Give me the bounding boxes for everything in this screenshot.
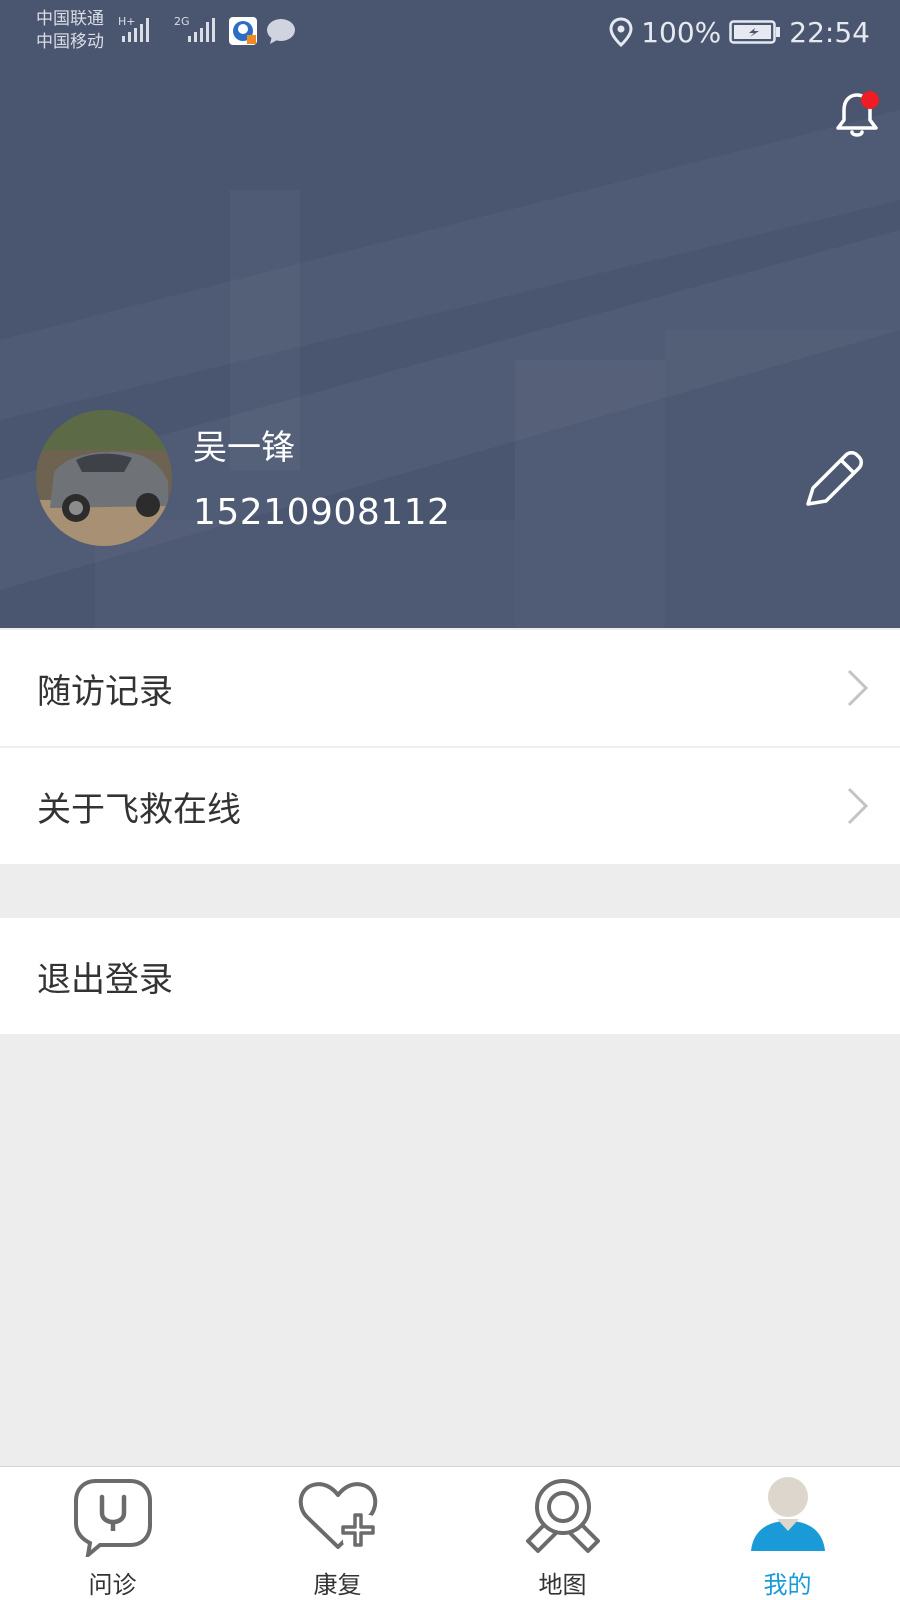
pencil-icon	[806, 451, 863, 506]
signal-icon-1: H+	[118, 15, 149, 42]
status-bar: 中国联通 中国移动 H+ 2G 100% 22:54	[0, 0, 900, 64]
screen: 中国联通 中国移动 H+ 2G 100% 22:54 吴一锋 152109081…	[0, 0, 900, 1600]
bell-icon	[836, 91, 879, 137]
chevron-right-icon	[847, 787, 869, 825]
tab-label: 我的	[763, 1571, 812, 1599]
menu-item-label: 随访记录	[37, 671, 173, 712]
notification-bell-button[interactable]	[830, 86, 886, 142]
chat-icon	[267, 19, 295, 44]
clock: 22:54	[789, 15, 870, 49]
stethoscope-icon	[73, 1479, 152, 1557]
heart-plus-icon	[298, 1482, 377, 1549]
tab-rehabilitation[interactable]: 康复	[225, 1467, 450, 1600]
logout-label: 退出登录	[37, 959, 173, 1000]
app-notification-icon	[229, 17, 257, 45]
menu-item-label: 关于飞救在线	[37, 789, 241, 830]
profile-header: 中国联通 中国移动 H+ 2G 100% 22:54 吴一锋 152109081…	[0, 0, 900, 628]
logout-button[interactable]: 退出登录	[0, 918, 900, 1034]
location-icon	[609, 17, 633, 47]
tab-map[interactable]: 地图	[450, 1467, 675, 1600]
avatar-photo	[36, 410, 172, 546]
chevron-right-icon	[847, 669, 869, 707]
carrier-1: 中国联通	[36, 9, 104, 29]
map-pin-icon	[525, 1479, 600, 1553]
user-icon	[750, 1477, 825, 1551]
user-phone: 15210908112	[193, 492, 451, 533]
carrier-names: 中国联通 中国移动	[36, 8, 104, 54]
tab-consultation[interactable]: 问诊	[0, 1467, 225, 1600]
edit-profile-button[interactable]	[800, 444, 870, 514]
network-type-1: H+	[118, 15, 136, 28]
menu-item-about[interactable]: 关于飞救在线	[0, 748, 900, 864]
carrier-2: 中国移动	[36, 32, 104, 52]
network-type-2: 2G	[174, 15, 190, 28]
status-right: 100% 22:54	[609, 14, 870, 50]
bottom-nav: 问诊 康复 地图 我的	[0, 1466, 900, 1600]
avatar[interactable]	[36, 410, 172, 546]
notification-dot	[861, 91, 879, 109]
user-name: 吴一锋	[193, 428, 295, 468]
tab-label: 问诊	[88, 1571, 137, 1599]
tab-mine[interactable]: 我的	[675, 1467, 900, 1600]
tab-label: 地图	[538, 1571, 587, 1599]
signal-icon-2: 2G	[174, 15, 215, 42]
battery-percent: 100%	[641, 15, 722, 49]
menu-item-follow-up-records[interactable]: 随访记录	[0, 630, 900, 746]
battery-icon	[729, 20, 781, 44]
tab-label: 康复	[313, 1571, 362, 1599]
